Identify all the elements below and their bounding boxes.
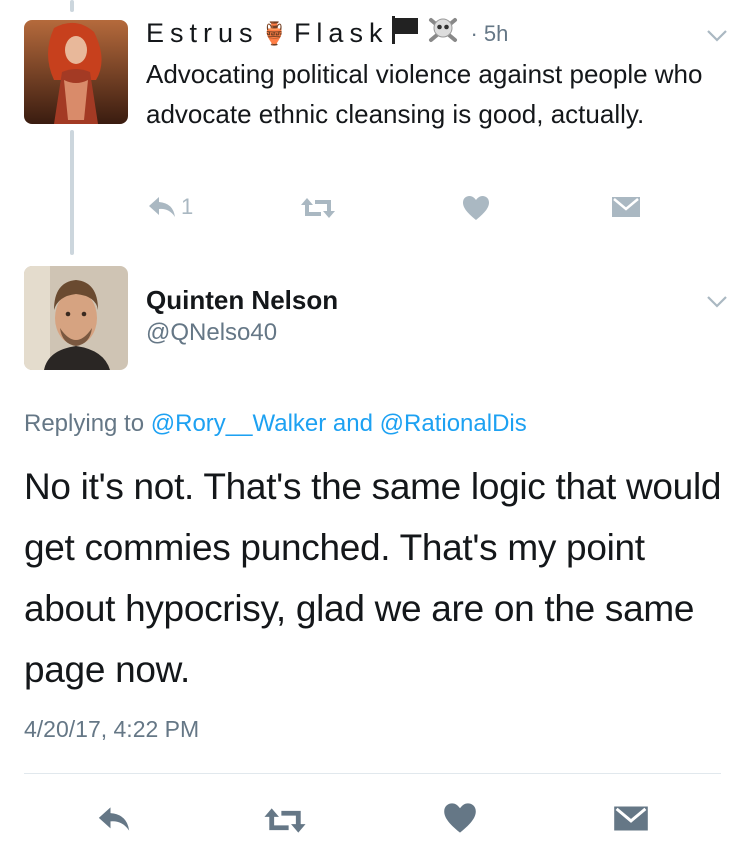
dm-envelope-icon	[612, 197, 640, 217]
replying-and: and	[326, 410, 380, 437]
reply-button[interactable]: 1	[147, 194, 193, 220]
avatar[interactable]	[24, 20, 128, 124]
dm-button[interactable]	[613, 805, 649, 832]
retweet-button[interactable]	[299, 196, 337, 220]
retweet-button[interactable]	[262, 806, 308, 835]
display-name-part2: Flask	[293, 18, 389, 48]
mention-link-2[interactable]: @RationalDis	[380, 410, 527, 437]
amphora-emoji: 🏺	[260, 20, 288, 46]
retweet-icon	[264, 808, 306, 833]
flag-emoji	[390, 16, 420, 51]
dm-button[interactable]	[611, 196, 641, 218]
chevron-down-icon[interactable]	[705, 294, 729, 310]
tweet-text: Advocating political violence against pe…	[146, 59, 703, 129]
reply-icon	[98, 807, 130, 831]
reply-count: 1	[181, 194, 194, 219]
like-button[interactable]	[443, 802, 477, 834]
avatar[interactable]	[24, 266, 128, 370]
user-handle[interactable]: @QNelso40	[146, 319, 277, 347]
display-name[interactable]: Quinten Nelson	[146, 285, 338, 316]
display-name[interactable]: Estrus 🏺 Flask · 5h	[146, 16, 508, 51]
display-name-part1: Estrus	[146, 18, 259, 48]
thread-line-top	[70, 0, 74, 12]
like-button[interactable]	[462, 195, 490, 221]
chevron-down-icon[interactable]	[705, 28, 729, 44]
dm-envelope-icon	[614, 806, 648, 831]
tweet-timestamp[interactable]: 4/20/17, 4:22 PM	[24, 716, 199, 743]
tweet-text: No it's not. That's the same logic that …	[24, 466, 722, 690]
heart-icon	[463, 196, 489, 220]
reply-button[interactable]	[96, 805, 132, 833]
replying-prefix: Replying to	[24, 410, 151, 437]
replying-to: Replying to @Rory__Walker and @RationalD…	[24, 410, 527, 438]
reply-icon	[149, 197, 175, 217]
thread-line	[70, 130, 74, 255]
retweet-icon	[301, 198, 335, 218]
divider	[24, 773, 721, 774]
skull-emoji	[428, 16, 458, 51]
tweet-time[interactable]: · 5h	[470, 21, 508, 47]
heart-icon	[444, 803, 476, 833]
mention-link-1[interactable]: @Rory__Walker	[151, 410, 327, 437]
